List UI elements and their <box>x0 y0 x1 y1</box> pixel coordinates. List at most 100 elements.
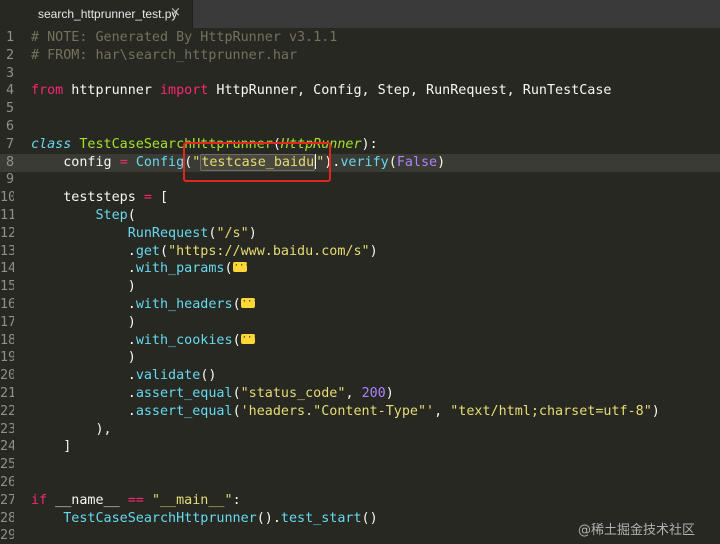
code-line[interactable]: 9 <box>0 171 720 189</box>
fold-marker-icon[interactable] <box>232 257 250 275</box>
line-number: 25 <box>0 457 14 473</box>
code-line[interactable]: 18 .with_cookies( <box>0 329 720 350</box>
code-text: .with_headers( <box>31 293 258 314</box>
code-line[interactable]: 21 .assert_equal("status_code", 200) <box>0 385 720 403</box>
code-token: ( <box>160 243 169 259</box>
code-line[interactable]: 6 <box>0 118 720 136</box>
code-token: if <box>31 492 48 508</box>
code-line[interactable]: 23 ), <box>0 421 720 439</box>
code-text: RunRequest("/s") <box>31 225 257 243</box>
code-token: ) <box>31 279 136 295</box>
code-token: ( <box>388 154 397 170</box>
code-line[interactable]: 24 ] <box>0 438 720 456</box>
close-icon[interactable]: × <box>170 5 181 20</box>
code-token: , <box>434 403 451 419</box>
code-text: ), <box>31 421 112 439</box>
code-line[interactable]: 4 from httprunner import HttpRunner, Conf… <box>0 82 720 100</box>
code-token: () <box>200 368 217 384</box>
line-number: 3 <box>5 65 14 81</box>
code-token: assert_equal <box>135 403 233 419</box>
code-token: "text/html;charset=utf-8" <box>450 403 652 419</box>
code-text: .assert_equal('headers."Content-Type"', … <box>31 403 660 421</box>
code-line[interactable]: 13 .get("https://www.baidu.com/s") <box>0 243 720 261</box>
code-line[interactable]: 12 RunRequest("/s") <box>0 225 720 243</box>
code-token: . <box>31 403 136 419</box>
fold-marker-icon[interactable] <box>240 329 258 347</box>
code-token: () <box>361 510 378 526</box>
line-number: 27 <box>0 492 14 508</box>
code-line[interactable]: 19 ) <box>0 349 720 367</box>
line-number: 16 <box>0 297 14 312</box>
code-line[interactable]: 15 ) <box>0 278 720 296</box>
fold-marker-icon[interactable] <box>240 293 258 311</box>
code-line[interactable]: 7 class TestCaseSearchHttprunner(HttpRunn… <box>0 136 720 154</box>
line-number: 28 <box>0 510 14 526</box>
code-token: assert_equal <box>135 386 233 401</box>
code-token: = <box>119 154 128 170</box>
code-token: # FROM: har\search_httprunner.har <box>31 47 298 63</box>
code-token: ( <box>232 332 241 348</box>
line-number: 18 <box>0 332 14 348</box>
line-number: 8 <box>5 154 14 170</box>
code-line[interactable]: 25 <box>0 456 720 474</box>
code-line[interactable]: 14 .with_params( <box>0 257 720 278</box>
code-token: ( <box>224 261 233 277</box>
code-token: get <box>135 243 160 259</box>
code-token: import <box>160 83 209 99</box>
code-token: Config <box>135 154 185 170</box>
line-number: 14 <box>0 261 14 277</box>
code-token: httprunner <box>63 83 160 99</box>
code-line[interactable]: 22 .assert_equal('headers."Content-Type"… <box>0 403 720 421</box>
code-line[interactable]: 2 # FROM: har\search_httprunner.har <box>0 47 720 65</box>
code-token: verify <box>340 154 389 170</box>
code-line[interactable]: 10 teststeps = [ <box>0 189 720 207</box>
code-line[interactable]: 20 .validate() <box>0 367 720 385</box>
code-text: ) <box>31 278 136 296</box>
tab-bar: search_httprunner_test.py × <box>0 0 720 28</box>
code-line[interactable]: 17 ) <box>0 314 720 332</box>
code-token: = <box>143 190 152 206</box>
code-line[interactable]: 3 <box>0 65 720 83</box>
code-line[interactable]: 8 config = Config("testcase_baidu ").veri… <box>0 153 720 172</box>
code-token: ) <box>248 225 257 241</box>
code-token: ): <box>361 136 378 152</box>
code-token: 'headers."Content-Type"' <box>240 403 435 419</box>
code-line[interactable]: 16 .with_headers( <box>0 293 720 314</box>
code-token: ) <box>385 386 394 401</box>
code-text: ] <box>31 438 71 456</box>
code-token: ), <box>31 421 112 437</box>
code-text: .with_params( <box>31 257 250 278</box>
code-token: ) <box>369 243 378 259</box>
code-token: : <box>232 492 241 508</box>
code-line[interactable]: 1 # NOTE: Generated By HttpRunner v3.1.1 <box>0 29 720 47</box>
code-editor[interactable]: 1 # NOTE: Generated By HttpRunner v3.1.1 2… <box>0 28 720 544</box>
code-token: . <box>31 297 136 312</box>
line-number: 9 <box>5 172 14 188</box>
code-text: .assert_equal("status_code", 200) <box>31 385 394 403</box>
code-token: (). <box>256 510 281 526</box>
code-token: . <box>31 243 136 259</box>
code-token: "/s" <box>216 225 249 241</box>
line-number: 13 <box>0 243 14 259</box>
code-token: # NOTE: Generated By HttpRunner v3.1.1 <box>31 30 338 45</box>
code-token: . <box>31 332 136 348</box>
code-token: TestCaseSearchHttprunner <box>63 510 257 526</box>
line-number: 22 <box>0 403 14 419</box>
line-number: 24 <box>0 439 14 455</box>
line-number: 23 <box>0 421 14 437</box>
code-token: teststeps <box>31 190 144 206</box>
code-token: ( <box>232 386 241 401</box>
code-token: class <box>31 136 72 152</box>
code-line[interactable]: 26 <box>0 474 720 492</box>
highlight-annotation-box <box>183 142 331 182</box>
code-token: . <box>31 261 136 277</box>
code-line[interactable]: 11 Step( <box>0 207 720 225</box>
code-token: config <box>31 154 120 170</box>
code-line[interactable]: 27 if __name__ == "__main__": <box>0 492 720 510</box>
code-token: HttpRunner, Config, Step, RunRequest, Ru… <box>208 83 612 99</box>
tab-search-httprunner-test[interactable]: search_httprunner_test.py × <box>0 0 193 28</box>
code-line[interactable]: 5 <box>0 100 720 118</box>
